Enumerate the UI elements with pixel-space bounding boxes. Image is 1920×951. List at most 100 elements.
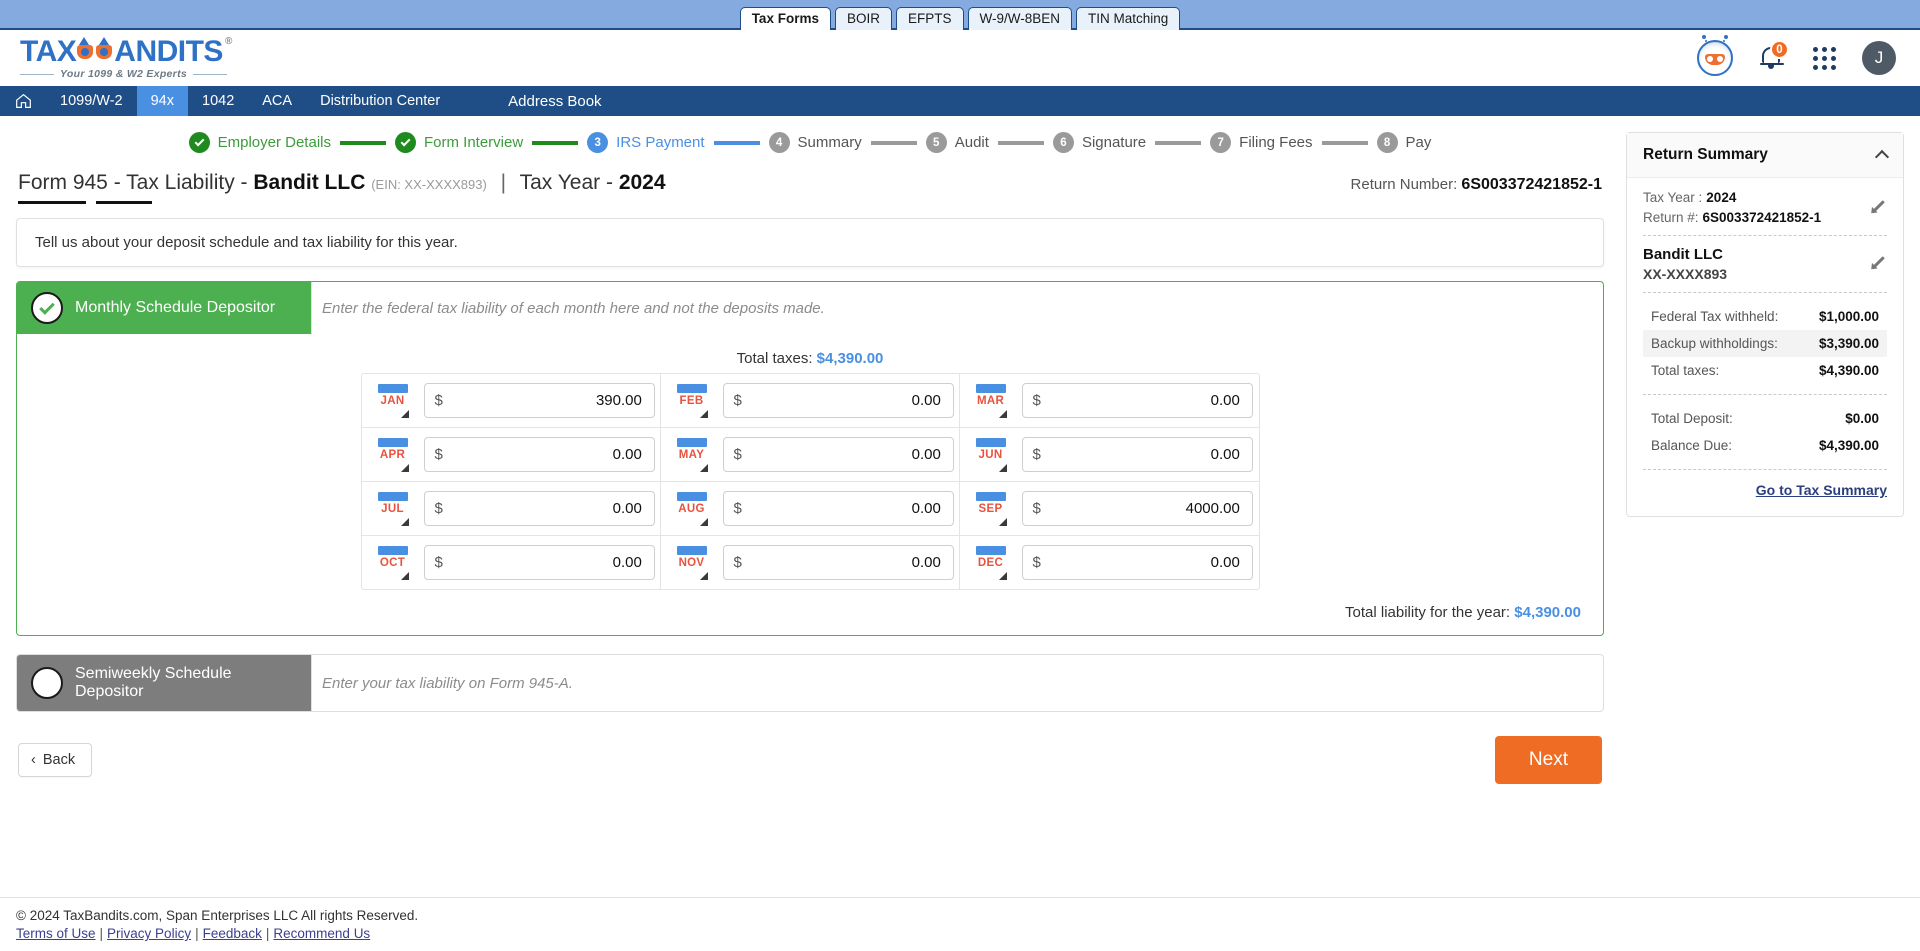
footer-link-recommend-us[interactable]: Recommend Us [273, 926, 370, 941]
currency-symbol: $ [434, 500, 443, 517]
edit-return-pencil-icon[interactable] [1870, 196, 1887, 213]
nav-item-94x[interactable]: 94x [136, 86, 188, 116]
page-body: Employer Details Form Interview 3 IRS Payme… [0, 116, 1920, 951]
step-employer-details[interactable]: Employer Details [188, 132, 331, 153]
liability-input-feb[interactable] [741, 392, 941, 409]
chevron-up-icon[interactable] [1874, 149, 1890, 165]
month-cell-oct: OCT $ [362, 536, 661, 589]
home-icon[interactable] [0, 86, 46, 116]
footer-link-feedback[interactable]: Feedback [203, 926, 262, 941]
bandit-mask-icon [77, 37, 113, 61]
edit-entity-pencil-icon[interactable] [1870, 252, 1887, 269]
apps-grid-icon[interactable] [1813, 46, 1836, 70]
title-separator: | [500, 171, 507, 194]
month-grid-wrapper: JAN $ FEB $ MAR $ APR $ MAY $ JUN $ JUL $ AUG $ SEP $ OCT $… [17, 373, 1603, 590]
app-tab-boir[interactable]: BOIR [834, 7, 892, 30]
calendar-month-icon: DEC [974, 545, 1008, 580]
avatar[interactable]: J [1862, 41, 1896, 75]
app-tab-efpts[interactable]: EFPTS [895, 7, 964, 30]
robot-assistant-icon[interactable] [1697, 35, 1733, 76]
summary-entity-name: Bandit LLC [1643, 246, 1723, 263]
summary-return-no-label: Return #: [1643, 210, 1699, 225]
summary-row: Total taxes: $4,390.00 [1643, 357, 1887, 384]
step-irs-payment[interactable]: 3 IRS Payment [587, 132, 705, 153]
step-summary[interactable]: 4 Summary [768, 132, 862, 153]
liability-input-aug[interactable] [741, 500, 941, 517]
step-filing-fees[interactable]: 7 Filing Fees [1210, 132, 1313, 153]
nav-item-1099-w-2[interactable]: 1099/W-2 [46, 86, 137, 116]
liability-input-jun[interactable] [1040, 446, 1240, 463]
form-title-prefix: Form 945 - Tax Liability [18, 171, 235, 194]
month-abbreviation: FEB [679, 394, 704, 407]
nav-item-aca[interactable]: ACA [248, 86, 306, 116]
liability-input-jan[interactable] [442, 392, 642, 409]
divider [1643, 292, 1887, 293]
step-label: Filing Fees [1239, 134, 1313, 151]
go-to-tax-summary-link[interactable]: Go to Tax Summary [1756, 482, 1887, 498]
calendar-month-icon: JUN [974, 437, 1008, 472]
footer-divider: | [195, 926, 199, 941]
step-complete-check-icon [188, 132, 210, 153]
liability-input-apr[interactable] [442, 446, 642, 463]
nav-item-1042[interactable]: 1042 [188, 86, 248, 116]
go-to-tax-summary[interactable]: Go to Tax Summary [1643, 482, 1887, 500]
chevron-left-icon: ‹ [31, 752, 36, 768]
next-button[interactable]: Next [1494, 736, 1602, 784]
step-pay[interactable]: 8 Pay [1376, 132, 1432, 153]
step-label: IRS Payment [616, 134, 705, 151]
logo[interactable]: TAX ANDITS ® Your 1099 & W2 Experts [20, 36, 232, 80]
step-signature[interactable]: 6 Signature [1052, 132, 1147, 153]
return-summary-header[interactable]: Return Summary [1627, 133, 1903, 178]
semiweekly-depositor-label: Semiweekly Schedule Depositor [75, 665, 232, 700]
notification-bell-icon[interactable]: 0 [1759, 40, 1789, 74]
stepper-connector [997, 140, 1044, 145]
liability-input-dec[interactable] [1040, 554, 1240, 571]
month-abbreviation: JAN [380, 394, 405, 407]
step-number-badge: 5 [925, 132, 947, 153]
month-cell-mar: MAR $ [959, 374, 1259, 428]
liability-input-sep[interactable] [1040, 500, 1240, 517]
currency-symbol: $ [733, 392, 742, 409]
liability-input-wrap-aug: $ [722, 491, 954, 526]
currency-symbol: $ [434, 554, 443, 571]
month-abbreviation: AUG [678, 502, 705, 515]
notification-count-badge: 0 [1770, 40, 1789, 59]
right-rail: Return Summary Tax Year :2024 Return #: 6… [1620, 116, 1920, 951]
step-audit[interactable]: 5 Audit [925, 132, 989, 153]
semiweekly-radio-unselected-icon[interactable] [31, 667, 63, 699]
step-label: Signature [1081, 134, 1147, 151]
app-tab-w-9-w-8ben[interactable]: W-9/W-8BEN [967, 7, 1073, 30]
calendar-month-icon: MAR [974, 383, 1008, 418]
monthly-radio-selected-icon[interactable] [31, 292, 63, 324]
nav-item-distribution-center[interactable]: Distribution Center [306, 86, 454, 116]
app-tab-tin-matching[interactable]: TIN Matching [1076, 7, 1181, 30]
summary-tax-year-label: Tax Year : [1643, 190, 1703, 205]
liability-input-jul[interactable] [442, 500, 642, 517]
liability-input-may[interactable] [741, 446, 941, 463]
nav-item-address-book[interactable]: Address Book [494, 86, 615, 116]
back-button[interactable]: ‹ Back [18, 743, 93, 777]
back-button-label: Back [42, 752, 76, 768]
footer-link-privacy-policy[interactable]: Privacy Policy [107, 926, 191, 941]
footer-divider: | [99, 926, 104, 941]
month-cell-apr: APR $ [361, 428, 661, 482]
footer-links: Terms of Use | Privacy Policy | Feedback | Rec… [16, 926, 1920, 941]
footer-link-terms-of-use[interactable]: Terms of Use [16, 926, 96, 941]
footer-divider: | [265, 926, 270, 941]
app-tab-tax-forms[interactable]: Tax Forms [739, 7, 831, 30]
return-meta-block: Tax Year :2024 Return #: 6S003372421852-1 [1643, 190, 1887, 225]
tax-year-label: Tax Year - [519, 171, 619, 194]
month-abbreviation: JUL [381, 502, 404, 515]
liability-input-nov[interactable] [741, 554, 941, 571]
step-complete-check-icon [394, 132, 416, 153]
step-label: Pay [1405, 134, 1432, 151]
currency-symbol: $ [434, 446, 443, 463]
liability-input-oct[interactable] [442, 554, 642, 571]
summary-row-label: Backup withholdings: [1651, 336, 1778, 351]
currency-symbol: $ [733, 500, 742, 517]
liability-input-mar[interactable] [1040, 392, 1240, 409]
semiweekly-depositor-option[interactable]: Semiweekly Schedule Depositor [17, 655, 311, 711]
title-dash: - [234, 171, 254, 194]
monthly-depositor-option[interactable]: Monthly Schedule Depositor [17, 282, 311, 334]
step-form-interview[interactable]: Form Interview [394, 132, 523, 153]
